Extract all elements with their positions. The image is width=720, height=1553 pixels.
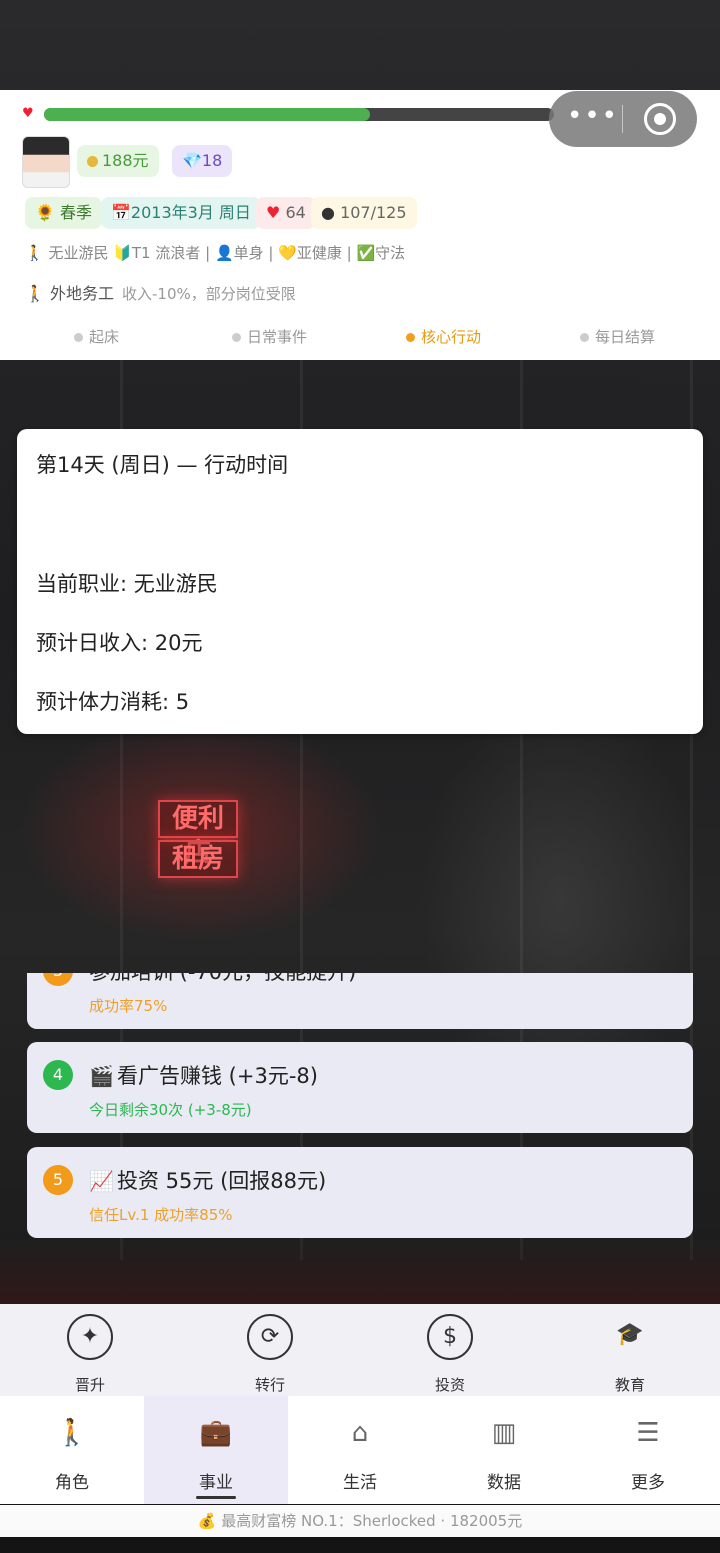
identity-status-line: 🚶 无业游民 🔰T1 流浪者 | 👤单身 | 💛亚健康 | ✅守法 [25, 244, 406, 262]
walking-person-icon: 🚶 [55, 1418, 89, 1448]
season-chip: 🌻 春季 [25, 197, 103, 229]
career-button-switch[interactable]: ⟳ 转行 [180, 1304, 360, 1396]
action-title: 📈 投资 55元 (回报88元) [89, 1169, 327, 1193]
action-card-training[interactable]: 3 参加培训 (-70元，技能提升) 成功率75% [27, 973, 693, 1029]
heart-small-icon: ♥ [266, 203, 281, 222]
tab-life[interactable]: ⌂ 生活 [288, 1396, 432, 1504]
action-number-badge: 3 [43, 973, 73, 986]
money-value: 188元 [102, 151, 149, 170]
career-button-promote[interactable]: ✦ 晋升 [0, 1304, 180, 1396]
gem-chip: 💎18 [172, 145, 233, 177]
wealth-ranking-banner[interactable]: 💰 最高财富榜 NO.1：Sherlocked · 182005元 [0, 1505, 720, 1537]
action-number-badge: 5 [43, 1165, 73, 1195]
health-value: 64 [285, 203, 306, 222]
action-list-clip: 3 参加培训 (-70元，技能提升) 成功率75% [0, 973, 720, 1029]
date-chip: 📅2013年3月 周日 [101, 197, 261, 229]
briefcase-icon: 💼 [199, 1418, 233, 1448]
sunflower-icon: 🌻 [35, 203, 55, 222]
career-toolbar: ✦ 晋升 ⟳ 转行 $ 投资 🎓 教育 [0, 1304, 720, 1396]
invest-icon: $ [427, 1314, 473, 1360]
switch-icon: ⟳ [247, 1314, 293, 1360]
coin-icon [87, 156, 98, 167]
more-dots-icon[interactable]: ••• [567, 101, 619, 131]
calendar-icon: 📅 [111, 203, 131, 222]
neon-sign-rent: 租房 [158, 840, 238, 878]
action-title: 🎬 看广告赚钱 (+3元-8) [89, 1064, 318, 1088]
tab-more[interactable]: ☰ 更多 [576, 1396, 720, 1504]
phase-dot-icon [580, 333, 589, 342]
avatar[interactable] [22, 136, 70, 188]
chart-up-icon: 📈 [89, 1169, 114, 1193]
active-tab-indicator [196, 1496, 236, 1499]
wet-street [0, 1240, 720, 1304]
action-title: 参加培训 (-70元，技能提升) [89, 973, 356, 986]
region-line: 🚶 外地务工 收入-10%，部分岗位受限 [25, 280, 705, 304]
clapperboard-icon: 🎬 [89, 1064, 114, 1088]
diamond-icon: 💎 [182, 151, 202, 170]
phase-dot-icon [74, 333, 83, 342]
tab-data[interactable]: ▥ 数据 [432, 1396, 576, 1504]
energy-dot-icon: ● [321, 203, 335, 222]
energy-value: 107/125 [340, 203, 407, 222]
promote-icon: ✦ [67, 1314, 113, 1360]
life-grid-icon: ⌂ [351, 1418, 369, 1448]
day-phase-steps: 起床 日常事件 核心行动 每日结算 [0, 326, 720, 352]
phase-wake-up: 起床 [74, 326, 119, 347]
current-career: 当前职业: 无业游民 [36, 572, 218, 596]
health-chip: ♥ 64 [256, 197, 316, 229]
action-card-watch-ads[interactable]: 4 🎬 看广告赚钱 (+3元-8) 今日剩余30次 (+3-8元) [27, 1042, 693, 1133]
mini-program-capsule[interactable]: ••• [549, 91, 697, 147]
expected-income: 预计日收入: 20元 [36, 631, 203, 655]
graduation-cap-icon: 🎓 [616, 1322, 644, 1347]
action-subtitle: 成功率75% [89, 997, 168, 1015]
gem-value: 18 [201, 151, 223, 170]
capsule-divider [622, 105, 623, 133]
phase-core-action: 核心行动 [406, 326, 481, 347]
day-info-dialog: 第14天 (周日) — 行动时间 当前职业: 无业游民 预计日收入: 20元 预… [17, 429, 703, 734]
tab-career[interactable]: 💼 事业 [144, 1396, 288, 1504]
date-value: 2013年3月 周日 [130, 203, 251, 222]
health-progress-bar [44, 108, 554, 121]
phase-dot-icon [406, 333, 415, 342]
career-button-invest[interactable]: $ 投资 [360, 1304, 540, 1396]
energy-chip: ● 107/125 [311, 197, 417, 229]
health-progress-fill [44, 108, 371, 121]
tab-character[interactable]: 🚶 角色 [0, 1396, 144, 1504]
action-subtitle: 信任Lv.1 成功率85% [89, 1206, 233, 1224]
action-subtitle: 今日剩余30次 (+3-8元) [89, 1101, 252, 1119]
career-button-education[interactable]: 🎓 教育 [540, 1304, 720, 1396]
season-value: 春季 [60, 203, 93, 222]
phase-daily-events: 日常事件 [232, 326, 307, 347]
bar-chart-icon: ▥ [491, 1418, 517, 1448]
dialog-title: 第14天 (周日) — 行动时间 [36, 453, 289, 477]
region-name: 🚶 外地务工 [25, 284, 115, 303]
action-number-badge: 4 [43, 1060, 73, 1090]
action-card-invest[interactable]: 5 📈 投资 55元 (回报88元) 信任Lv.1 成功率85% [27, 1147, 693, 1238]
neon-sign-store: 便利店 [158, 800, 238, 868]
phase-dot-icon [232, 333, 241, 342]
money-chip: 188元 [77, 145, 159, 177]
list-icon: ☰ [636, 1418, 660, 1448]
phase-daily-settlement: 每日结算 [580, 326, 655, 347]
region-desc: 收入-10%，部分岗位受限 [122, 285, 296, 303]
expected-stamina: 预计体力消耗: 5 [36, 690, 190, 714]
bottom-tab-bar: 🚶 角色 💼 事业 ⌂ 生活 ▥ 数据 ☰ 更多 [0, 1396, 720, 1504]
close-target-icon[interactable] [644, 103, 676, 135]
heart-icon: ♥ [22, 106, 34, 121]
